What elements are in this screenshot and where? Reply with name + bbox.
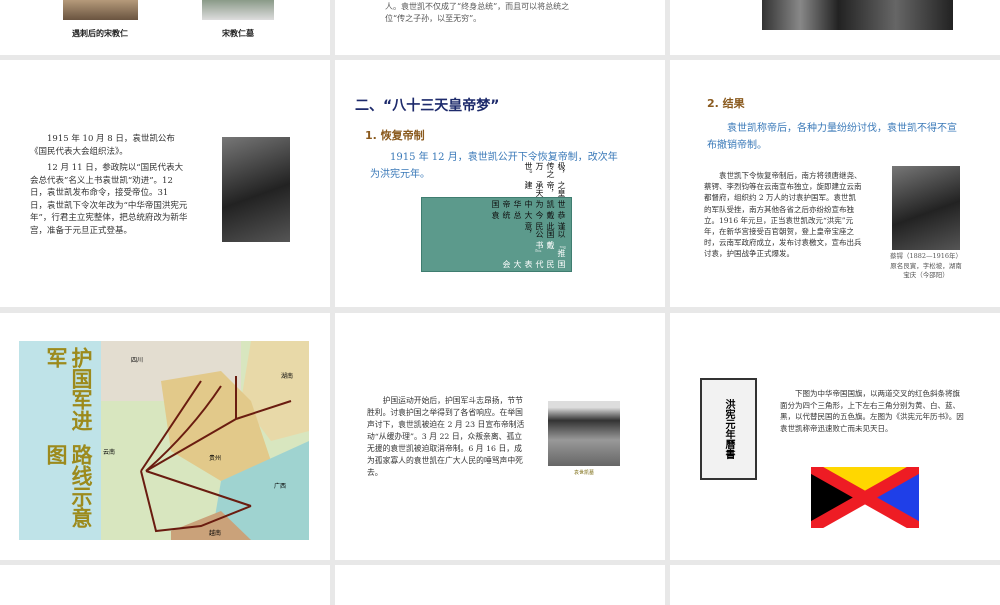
slide-thumbnail-8[interactable]: 护国运动开始后，护国军斗志昂扬，节节胜利。讨袁护国之举得到了各省响应。在举国声讨…	[335, 313, 665, 560]
map-title: 护国军进军	[44, 347, 93, 431]
slide-text: 人。袁世凯不仅成了“终身总统”，而且可以将总统之	[385, 2, 570, 11]
slide-thumbnail-6[interactable]: 2. 结果 袁世凯称帝后，各种力量纷纷讨伐，袁世凯不得不宣布撤销帝制。 袁世凯下…	[670, 60, 1000, 307]
map-label: 广西	[274, 483, 287, 490]
slide-body: 下图为中华帝国国旗，以两道交叉的红色斜条将旗面分为四个三角形，上下左右三角分别为…	[780, 389, 964, 433]
slide-thumbnail-11[interactable]	[335, 565, 665, 605]
slide-thumbnail-12[interactable]	[670, 565, 1000, 605]
slide-subtitle: 1. 恢复帝制	[365, 129, 425, 142]
map-label: 四川	[131, 357, 144, 364]
slide-paragraph: 12 月 11 日，参政院以“国民代表大会总代表”名义上书袁世凯“劝进”。12 …	[30, 163, 188, 236]
slide-paragraph: 1915 年 10 月 8 日，袁世凯公布《国民代表大会组织法》。	[30, 134, 175, 157]
photo-yuan-shikai	[222, 137, 290, 242]
photo-caption: 袁世凯墓	[573, 470, 594, 476]
scroll-col: 恭戴今大总统袁	[491, 211, 566, 219]
slide-thumbnail-3[interactable]	[670, 0, 1000, 55]
slide-thumbnail-9[interactable]: 洪宪元年曆書 下图为中华帝国国旗，以两道交叉的红色斜条将旗面分为四个三角形，上下…	[670, 313, 1000, 560]
empire-flag	[811, 467, 919, 528]
caption: 宋教仁墓	[222, 28, 254, 38]
photo-cai-e	[892, 166, 960, 250]
scroll-title: 国民代表大会	[502, 260, 566, 268]
map-title-panel: 护国军进军 路线示意图	[19, 341, 101, 540]
petition-scroll-image: 国民代表大会 『推戴书』 谨以此国民公意， 恭戴今大总统袁 世凯为中华帝国 之皇…	[421, 162, 572, 272]
map-label: 越南	[209, 530, 222, 537]
caption: 遇刺后的宋教仁	[72, 28, 128, 38]
photo	[762, 0, 953, 30]
slide-thumbnail-10[interactable]	[0, 565, 330, 605]
scroll-col: 世凯为中华帝国	[491, 200, 566, 208]
map-label: 湖南	[281, 373, 294, 380]
scroll-col: 谨以此国民公意，	[524, 222, 566, 238]
slide-thumbnail-1[interactable]: 遇刺后的宋教仁 宋教仁墓	[0, 0, 330, 55]
slide-subtitle: 2. 结果	[707, 97, 745, 110]
photo-song-tomb	[202, 0, 274, 20]
photo-caption: 蔡锷（1882—1916年）原名艮寅，字松坡，湖南宝庆（今邵阳）	[889, 252, 963, 279]
map-label: 云南	[103, 449, 116, 456]
slide-detail: 袁世凯下令恢复帝制后，南方将领唐继尧、蔡锷、李烈钧等在云南宣布独立，旋即建立云南…	[704, 171, 862, 259]
map-title: 路线示意图	[44, 443, 93, 528]
map-label: 贵州	[209, 455, 222, 462]
slide-body: 护国运动开始后，护国军斗志昂扬，节节胜利。讨袁护国之举得到了各省响应。在举国声讨…	[367, 396, 525, 477]
route-map	[101, 341, 309, 540]
slide-body: 袁世凯称帝后，各种力量纷纷讨伐，袁世凯不得不宣布撤销帝制。	[707, 123, 957, 151]
photo-yuan-tomb	[548, 401, 620, 466]
book-title: 洪宪元年曆書	[723, 399, 734, 459]
slide-thumbnail-2[interactable]: 人。袁世凯不仅成了“终身总统”，而且可以将总统之 位“传之子孙，以至无穷”。	[335, 0, 665, 55]
scroll-col: 极，传之万世。	[524, 162, 566, 178]
slide-thumbnail-7[interactable]: 护国军进军 路线示意图 四川 云南 贵州 广西 湖南 越南	[0, 313, 330, 560]
slide-title: 二、“八十三天皇帝梦”	[355, 98, 500, 114]
photo-song-jiaoren	[63, 0, 138, 20]
scroll-name: 『推戴书』	[535, 241, 566, 257]
slide-thumbnail-5[interactable]: 二、“八十三天皇帝梦” 1. 恢复帝制 1915 年 12 月，袁世凯公开下令恢…	[335, 60, 665, 307]
route-map-image: 护国军进军 路线示意图 四川 云南 贵州 广西 湖南 越南	[19, 341, 309, 540]
almanac-book-image: 洪宪元年曆書	[700, 378, 757, 480]
slide-text: 位“传之子孙，以至无穷”。	[385, 14, 482, 23]
scroll-col: 之皇帝，承天建	[524, 181, 566, 197]
slide-thumbnail-4[interactable]: 1915 年 10 月 8 日，袁世凯公布《国民代表大会组织法》。 12 月 1…	[0, 60, 330, 307]
